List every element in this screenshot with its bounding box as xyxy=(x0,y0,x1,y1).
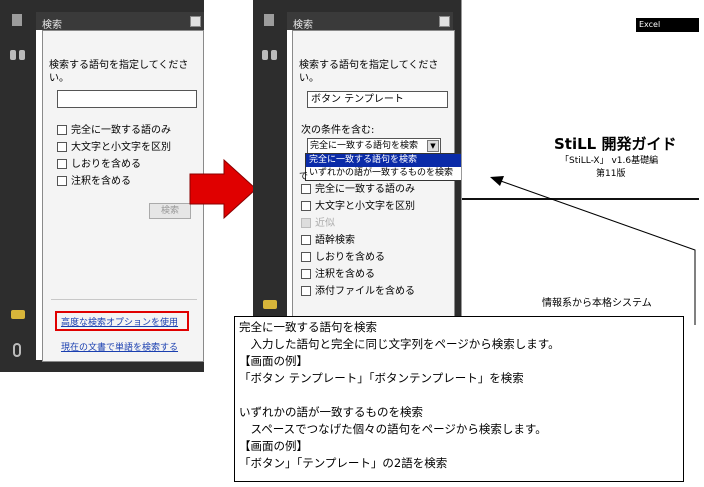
comments-icon[interactable] xyxy=(11,310,25,319)
option-case-sensitive[interactable]: 大文字と小文字を区別 xyxy=(301,198,415,215)
callout-line: スペースでつなげた個々の語句をページから検索します。 xyxy=(239,422,547,436)
option-whole-word[interactable]: 完全に一致する語のみ xyxy=(57,122,171,139)
collapse-icon[interactable] xyxy=(190,16,201,27)
checkbox[interactable] xyxy=(301,235,311,245)
callout-line: いずれかの語が一致するものを検索 xyxy=(239,405,423,419)
collapse-icon[interactable] xyxy=(439,16,450,27)
checkbox[interactable] xyxy=(57,125,67,135)
chevron-down-icon[interactable]: ▼ xyxy=(427,140,439,152)
callout-line: 入力した語句と完全に同じ文字列をページから検索します。 xyxy=(239,337,560,351)
callout-line: 【画面の例】 xyxy=(239,439,308,453)
right-arrow-icon xyxy=(189,158,257,220)
left-toolbar-strip xyxy=(0,0,36,372)
option-whole-word[interactable]: 完全に一致する語のみ xyxy=(301,181,415,198)
option-stemming[interactable]: 語幹検索 xyxy=(301,232,415,249)
callout-line: 「ボタン テンプレート」「ボタンテンプレート」を検索 xyxy=(239,371,524,385)
right-panel-title: 検索 xyxy=(293,20,313,31)
checkbox[interactable] xyxy=(301,201,311,211)
advanced-options-link[interactable]: 高度な検索オプションを使用 xyxy=(61,315,178,328)
right-instruction: 検索する語句を指定してください。 xyxy=(299,60,439,84)
callout-line: 「ボタン」「テンプレート」の2語を検索 xyxy=(239,456,448,470)
right-panel-header: 検索 xyxy=(287,12,453,31)
left-search-panel: 検索する語句を指定してください。 完全に一致する語のみ 大文字と小文字を区別 し… xyxy=(42,30,204,362)
option-bookmarks[interactable]: しおりを含める xyxy=(301,249,415,266)
checkbox[interactable] xyxy=(301,184,311,194)
option-case-sensitive[interactable]: 大文字と小文字を区別 xyxy=(57,139,171,156)
checkbox[interactable] xyxy=(301,252,311,262)
option-bookmarks[interactable]: しおりを含める xyxy=(57,156,171,173)
document-title: StiLL 開発ガイド xyxy=(554,135,677,153)
comments-icon[interactable] xyxy=(263,300,277,309)
left-search-button[interactable]: 検索 xyxy=(149,203,191,219)
condition-label: 次の条件を含む: xyxy=(301,125,375,136)
current-doc-search-link[interactable]: 現在の文書で単語を検索する xyxy=(61,340,178,353)
left-panel-header: 検索 xyxy=(36,12,204,31)
binoculars-icon[interactable] xyxy=(10,50,26,60)
callout-line: 【画面の例】 xyxy=(239,354,308,368)
right-header-bg xyxy=(287,0,453,12)
left-header-bg xyxy=(36,0,204,12)
excel-badge: Excel xyxy=(636,18,699,32)
checkbox[interactable] xyxy=(57,159,67,169)
dropdown-option-any[interactable]: いずれかの語が一致するものを検索 xyxy=(306,167,484,180)
option-comments[interactable]: 注釈を含める xyxy=(301,266,415,283)
checkbox[interactable] xyxy=(301,269,311,279)
left-divider xyxy=(51,299,197,300)
right-search-input[interactable]: ボタン テンプレート xyxy=(307,91,448,108)
document-subtitle: 「StiLL-X」 v1.6基礎編 xyxy=(560,156,659,166)
left-search-input[interactable] xyxy=(57,90,197,108)
option-attachments[interactable]: 添付ファイルを含める xyxy=(301,283,415,300)
dropdown-option-exact[interactable]: 完全に一致する語句を検索 xyxy=(306,154,484,167)
binoculars-icon[interactable] xyxy=(262,50,278,60)
checkbox[interactable] xyxy=(301,286,311,296)
callout-line: 完全に一致する語句を検索 xyxy=(239,320,377,334)
explanation-callout: 完全に一致する語句を検索 入力した語句と完全に同じ文字列をページから検索します。… xyxy=(234,316,684,482)
paperclip-icon[interactable] xyxy=(13,343,21,357)
option-comments[interactable]: 注釈を含める xyxy=(57,173,171,190)
left-options: 完全に一致する語のみ 大文字と小文字を区別 しおりを含める 注釈を含める xyxy=(57,122,171,190)
checkbox[interactable] xyxy=(57,176,67,186)
condition-dropdown-list: 完全に一致する語句を検索 いずれかの語が一致するものを検索 xyxy=(305,153,485,181)
checkbox xyxy=(301,218,311,228)
pages-icon[interactable] xyxy=(264,14,274,26)
left-instruction: 検索する語句を指定してください。 xyxy=(49,60,189,84)
pointer-arrow-icon xyxy=(490,176,696,325)
left-panel-title: 検索 xyxy=(42,20,62,31)
right-toolbar-strip xyxy=(253,0,287,320)
option-proximity: 近似 xyxy=(301,215,415,232)
right-search-panel: 検索する語句を指定してください。 ボタン テンプレート 次の条件を含む: 完全に… xyxy=(292,30,485,322)
condition-select[interactable]: 完全に一致する語句を検索 ▼ xyxy=(307,138,441,154)
pages-icon[interactable] xyxy=(12,14,22,26)
checkbox[interactable] xyxy=(57,142,67,152)
callout-line xyxy=(239,387,679,404)
right-options: 完全に一致する語のみ 大文字と小文字を区別 近似 語幹検索 しおりを含める 注釈… xyxy=(301,181,415,300)
